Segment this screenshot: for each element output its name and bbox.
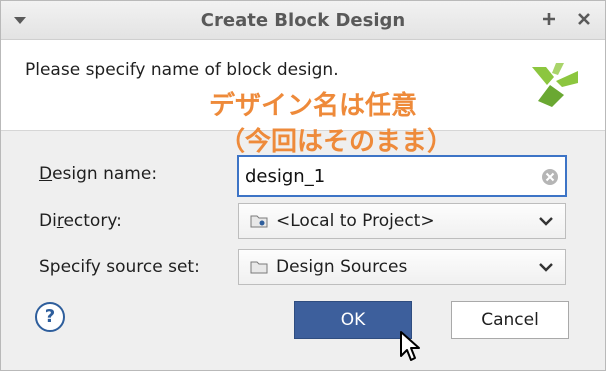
- source-set-select[interactable]: Design Sources: [238, 249, 566, 285]
- title-bar: Create Block Design: [1, 1, 605, 40]
- help-icon[interactable]: ?: [35, 302, 65, 332]
- create-block-design-dialog: Create Block Design Please specify name …: [0, 0, 606, 371]
- chevron-down-icon[interactable]: [538, 215, 554, 227]
- design-name-value[interactable]: design_1: [245, 166, 325, 187]
- directory-label-prefix: Di: [39, 211, 57, 231]
- directory-label-rest: ectory:: [63, 211, 122, 231]
- directory-select[interactable]: <Local to Project>: [238, 203, 566, 239]
- design-name-label-mnemonic: D: [39, 164, 53, 184]
- xilinx-logo: [532, 63, 578, 107]
- directory-label: Directory:: [39, 211, 122, 231]
- clear-icon[interactable]: [541, 168, 559, 186]
- chevron-down-icon[interactable]: [538, 261, 554, 273]
- source-set-label: Specify source set:: [39, 257, 200, 277]
- mouse-pointer-icon: [400, 331, 420, 361]
- cancel-button[interactable]: Cancel: [451, 301, 569, 339]
- directory-value: <Local to Project>: [276, 211, 435, 231]
- design-name-label: Design name:: [39, 164, 157, 184]
- design-name-label-rest: esign name:: [52, 164, 158, 184]
- design-name-input[interactable]: design_1: [237, 155, 567, 197]
- close-icon[interactable]: [574, 9, 594, 29]
- ok-button[interactable]: OK: [294, 301, 412, 339]
- header-message: Please specify name of block design.: [25, 60, 339, 80]
- annotation-line-1: デザイン名は任意: [209, 91, 418, 121]
- folder-icon: [250, 215, 268, 228]
- window-title: Create Block Design: [200, 10, 406, 31]
- annotation-line-2: （今回はそのまま）: [219, 127, 454, 157]
- source-set-value: Design Sources: [276, 257, 408, 277]
- folder-icon: [250, 261, 268, 274]
- plus-icon[interactable]: [539, 9, 559, 29]
